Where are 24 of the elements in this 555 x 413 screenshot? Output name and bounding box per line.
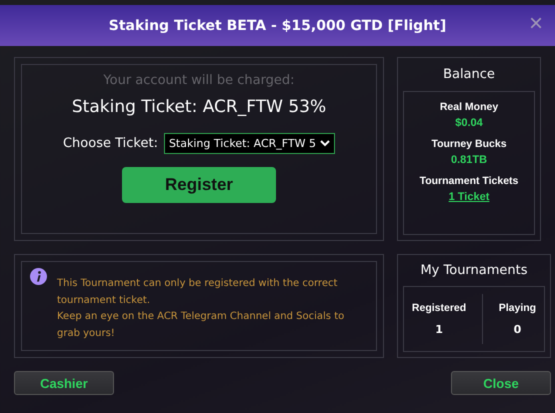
info-icon xyxy=(30,268,47,285)
footer-button[interactable]: Cashier xyxy=(14,371,114,395)
balance-label: Tournament Tickets xyxy=(420,175,518,187)
footer-button[interactable]: Close xyxy=(451,371,551,395)
register-button[interactable]: Register xyxy=(122,167,276,203)
choose-label: Choose Ticket: xyxy=(62,136,158,151)
stat-value: 0 xyxy=(514,323,522,336)
notice-text: Keep an eye on the ACR Telegram Channel and Socials to grab yours! xyxy=(57,310,346,340)
balance-title: Balance xyxy=(443,67,495,82)
balance-value: $0.04 xyxy=(455,117,483,129)
notice-text: This Tournament can only be registered with the correct tournament ticket. xyxy=(57,277,338,308)
balance-label: Tourney Bucks xyxy=(431,138,507,150)
balance-label: Real Money xyxy=(440,101,498,113)
stat-label: Registered xyxy=(412,302,466,314)
tickets-link[interactable]: 1 Ticket xyxy=(448,191,490,203)
ticket-dropdown[interactable]: Staking Ticket: ACR_FTW 5 xyxy=(164,133,335,154)
balance-value: 0.81TB xyxy=(450,154,488,166)
chevron-icon xyxy=(320,140,330,147)
window-title: Staking Ticket BETA - $15,000 GTD [Flight] xyxy=(108,18,446,34)
stat-value: 1 xyxy=(435,323,443,336)
tournaments-title: My Tournaments xyxy=(420,263,528,278)
stat-label: Playing xyxy=(498,302,536,314)
ticket-name: Staking Ticket: ACR_FTW 53% xyxy=(72,97,326,117)
charge-caption: Your account will be charged: xyxy=(103,73,295,88)
